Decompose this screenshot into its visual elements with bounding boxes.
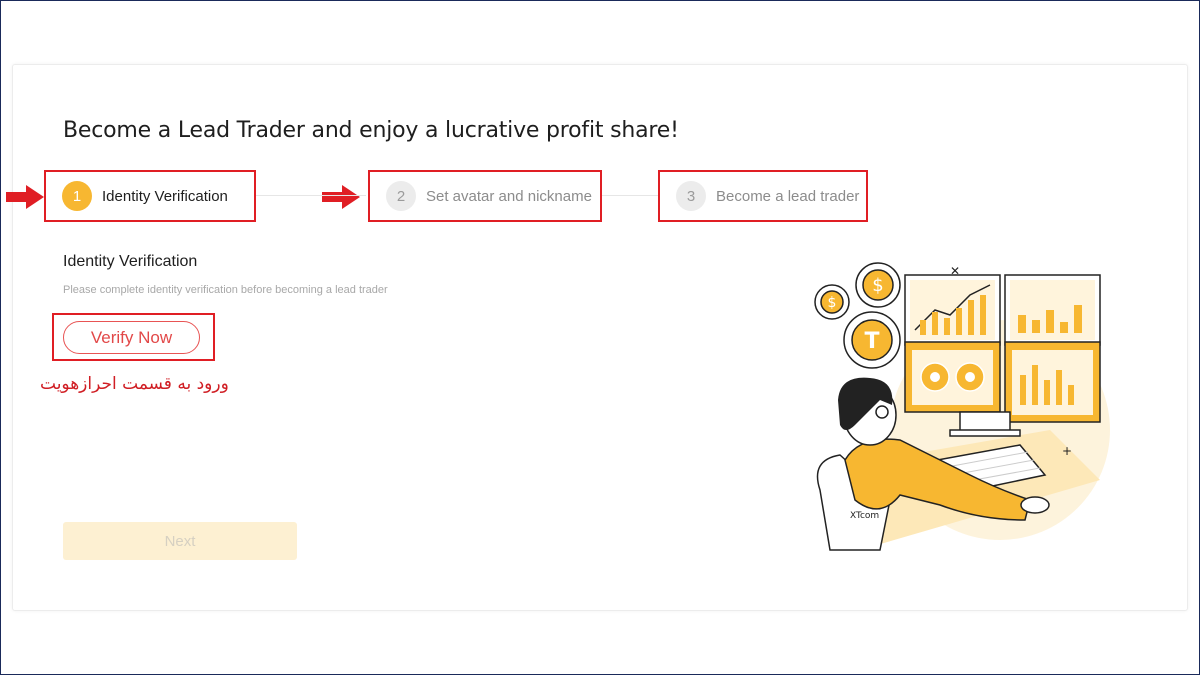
svg-text:$: $ — [828, 295, 837, 311]
next-button[interactable]: Next — [63, 522, 297, 560]
step-connector — [602, 195, 658, 196]
step-identity-verification[interactable]: 1 Identity Verification — [44, 170, 256, 222]
svg-text:✕: ✕ — [950, 264, 960, 278]
annotation-note: ورود به قسمت احرازهویت — [40, 374, 229, 394]
step-number: 1 — [62, 181, 92, 211]
step-label: Become a lead trader — [716, 187, 860, 205]
section-title: Identity Verification — [63, 253, 198, 270]
step-set-avatar[interactable]: 2 Set avatar and nickname — [368, 170, 602, 222]
svg-text:T: T — [864, 329, 879, 354]
step-connector — [256, 195, 366, 196]
step-label: Set avatar and nickname — [426, 187, 592, 205]
step-label: Identity Verification — [102, 187, 228, 205]
page-title: Become a Lead Trader and enjoy a lucrati… — [63, 118, 679, 143]
brand-logo: XTcom — [850, 511, 879, 521]
verify-now-button[interactable]: Verify Now — [63, 321, 200, 354]
step-number: 2 — [386, 181, 416, 211]
svg-text:+: + — [1062, 444, 1072, 458]
svg-text:$: $ — [872, 275, 883, 296]
section-description: Please complete identity verification be… — [63, 284, 388, 296]
lead-trader-illustration: $ $ T XTcom ✕ + — [814, 262, 1110, 551]
step-number: 3 — [676, 181, 706, 211]
annotation-arrow-icon — [6, 185, 44, 209]
step-become-lead-trader[interactable]: 3 Become a lead trader — [658, 170, 868, 222]
annotation-arrow-icon — [322, 185, 360, 209]
